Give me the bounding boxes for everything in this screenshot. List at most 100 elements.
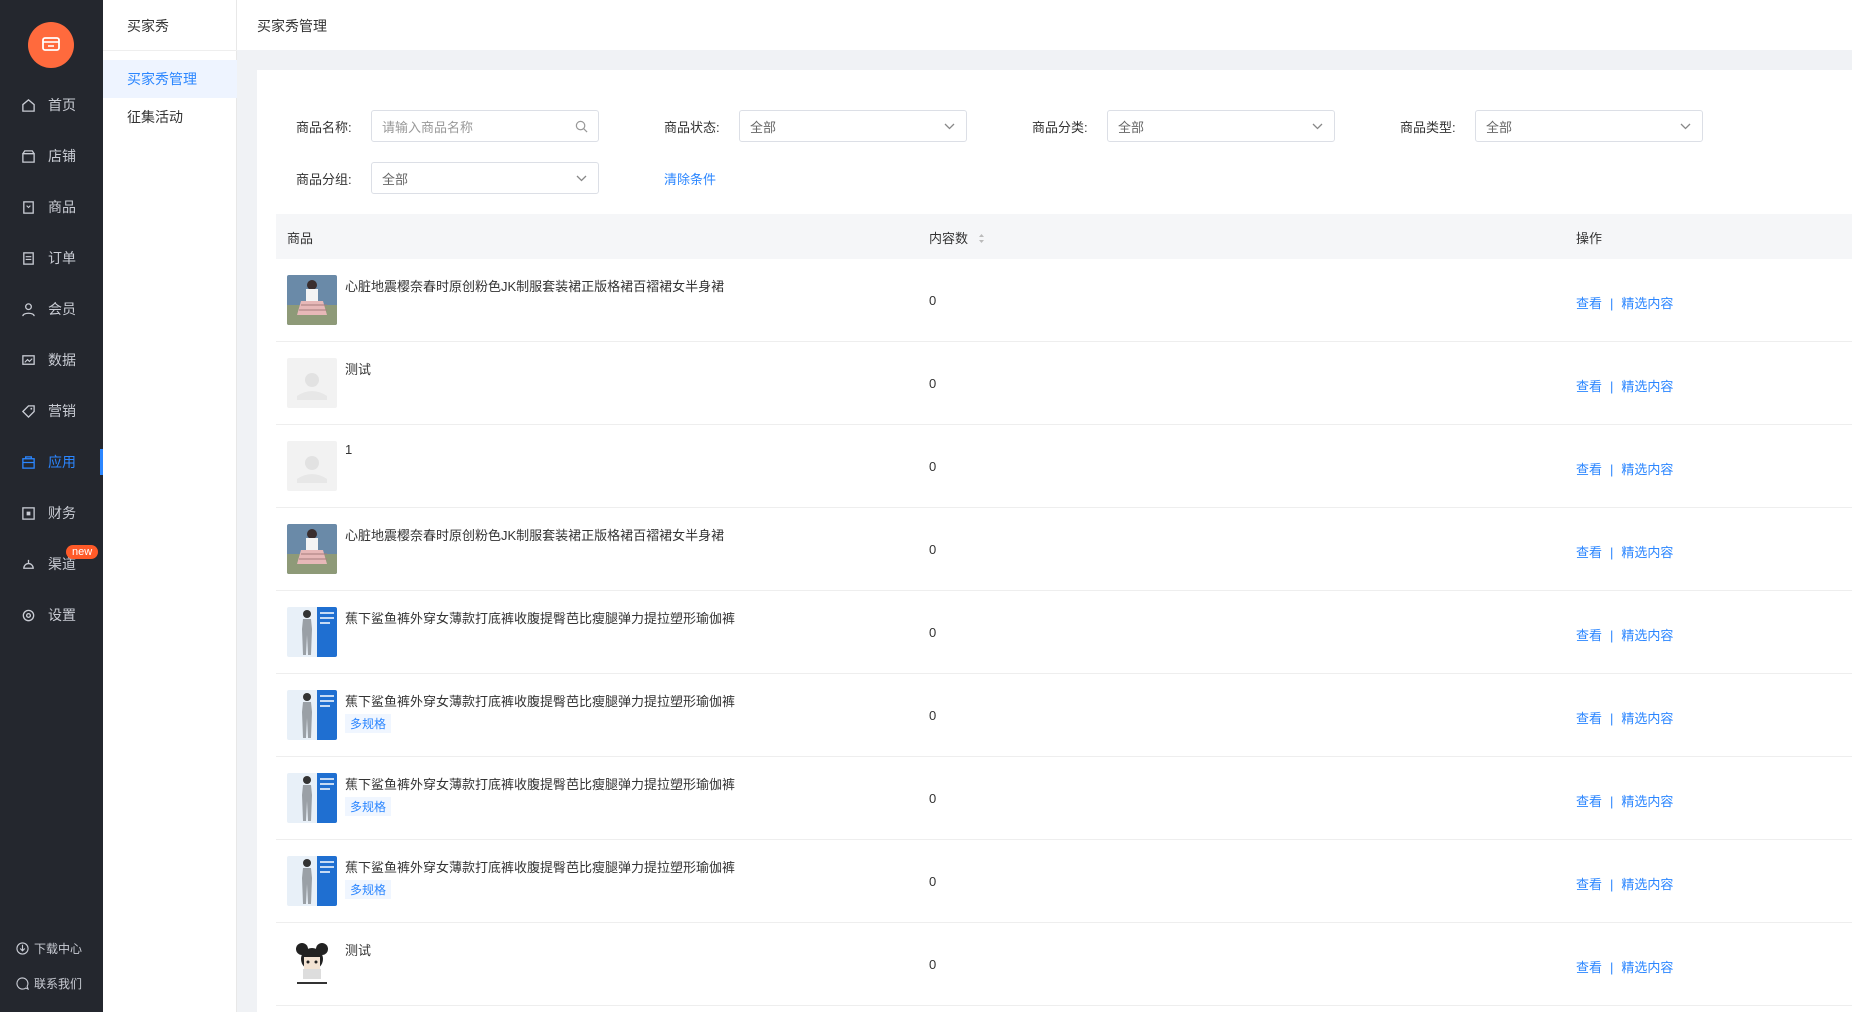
clear-filters-link[interactable]: 清除条件	[664, 169, 716, 188]
featured-content-link[interactable]: 精选内容	[1621, 379, 1673, 394]
row-actions: 查看 | 精选内容	[1576, 459, 1673, 478]
product-type-select[interactable]: 全部	[1475, 110, 1703, 142]
row-actions: 查看 | 精选内容	[1576, 542, 1673, 561]
table-row: 心脏地震樱奈春时原创粉色JK制服套装裙正版格裙百褶裙女半身裙 0 查看 | 精选内容	[276, 259, 1852, 342]
subnav-title: 买家秀	[127, 18, 169, 34]
product-name: 蕉下鲨鱼裤外穿女薄款打底裤收腹提臀芭比瘦腿弹力提拉塑形瑜伽裤	[345, 777, 736, 792]
product-thumbnail	[287, 607, 337, 657]
goods-icon	[20, 199, 36, 215]
featured-content-link[interactable]: 精选内容	[1621, 794, 1673, 809]
table-header: 商品 内容数 操作	[276, 214, 1852, 259]
view-link[interactable]: 查看	[1576, 379, 1602, 394]
logo[interactable]	[28, 22, 74, 68]
app-icon	[20, 454, 36, 470]
chevron-down-icon	[574, 171, 588, 185]
row-actions: 查看 | 精选内容	[1576, 293, 1673, 312]
view-link[interactable]: 查看	[1576, 462, 1602, 477]
nav-item-goods[interactable]: 商品	[0, 182, 103, 232]
user-icon	[20, 301, 36, 317]
view-link[interactable]: 查看	[1576, 877, 1602, 892]
nav-item-app[interactable]: 应用	[0, 437, 103, 487]
product-thumbnail	[287, 441, 337, 491]
select-value: 全部	[382, 171, 409, 187]
featured-content-link[interactable]: 精选内容	[1621, 960, 1673, 975]
subnav-item-collect-activity[interactable]: 征集活动	[103, 98, 237, 136]
nav-item-label: 首页	[48, 97, 76, 113]
content-count: 0	[929, 459, 937, 474]
product-category-select[interactable]: 全部	[1107, 110, 1335, 142]
column-header-label: 内容数	[929, 231, 969, 246]
product-name: 心脏地震樱奈春时原创粉色JK制服套装裙正版格裙百褶裙女半身裙	[345, 528, 725, 543]
filter-label-category: 商品分类:	[1032, 120, 1088, 135]
featured-content-link[interactable]: 精选内容	[1621, 877, 1673, 892]
featured-content-link[interactable]: 精选内容	[1621, 462, 1673, 477]
featured-content-link[interactable]: 精选内容	[1621, 628, 1673, 643]
nav-item-channel[interactable]: 渠道 new	[0, 539, 103, 589]
multi-spec-tag: 多规格	[345, 797, 392, 816]
product-name: 蕉下鲨鱼裤外穿女薄款打底裤收腹提臀芭比瘦腿弹力提拉塑形瑜伽裤	[345, 611, 736, 626]
product-thumbnail	[287, 856, 337, 906]
action-separator: |	[1610, 296, 1614, 311]
download-icon	[16, 941, 30, 956]
product-thumbnail	[287, 358, 337, 408]
column-header-content-count[interactable]: 内容数	[929, 228, 985, 247]
subnav-item-buyer-show-manage[interactable]: 买家秀管理	[103, 60, 237, 98]
action-separator: |	[1610, 877, 1614, 892]
featured-content-link[interactable]: 精选内容	[1621, 711, 1673, 726]
nav-item-settings[interactable]: 设置	[0, 590, 103, 640]
tag-icon	[20, 403, 36, 419]
nav-item-home[interactable]: 首页	[0, 80, 103, 130]
row-actions: 查看 | 精选内容	[1576, 376, 1673, 395]
nav-item-finance[interactable]: 财务	[0, 488, 103, 538]
product-thumbnail	[287, 773, 337, 823]
featured-content-link[interactable]: 精选内容	[1621, 545, 1673, 560]
contact-us-link[interactable]: 联系我们	[16, 975, 82, 992]
select-value: 全部	[1118, 119, 1145, 135]
chevron-down-icon	[942, 119, 956, 133]
multi-spec-tag: 多规格	[345, 714, 392, 733]
nav-item-order[interactable]: 订单	[0, 233, 103, 283]
sort-icon[interactable]	[978, 232, 985, 247]
view-link[interactable]: 查看	[1576, 960, 1602, 975]
view-link[interactable]: 查看	[1576, 711, 1602, 726]
product-thumbnail	[287, 939, 337, 989]
nav-item-label: 商品	[48, 199, 76, 215]
product-name: 测试	[345, 943, 372, 958]
chevron-down-icon	[1678, 119, 1692, 133]
product-thumbnail	[287, 524, 337, 574]
view-link[interactable]: 查看	[1576, 628, 1602, 643]
select-value: 全部	[750, 119, 777, 135]
product-name-search-input[interactable]: 请输入商品名称	[371, 110, 599, 142]
store-icon	[20, 148, 36, 164]
column-header-product: 商品	[287, 231, 314, 246]
view-link[interactable]: 查看	[1576, 545, 1602, 560]
view-link[interactable]: 查看	[1576, 296, 1602, 311]
filter-label-name: 商品名称:	[296, 120, 352, 135]
chevron-down-icon	[1310, 119, 1324, 133]
product-group-select[interactable]: 全部	[371, 162, 599, 194]
channel-icon	[20, 556, 36, 572]
nav-item-label: 营销	[48, 403, 76, 419]
featured-content-link[interactable]: 精选内容	[1621, 296, 1673, 311]
main-nav: 首页 店铺 商品 订单 会员 数据 营销 应用 财务 渠道 new 设置 下载中…	[0, 0, 103, 1012]
action-separator: |	[1610, 794, 1614, 809]
view-link[interactable]: 查看	[1576, 794, 1602, 809]
row-actions: 查看 | 精选内容	[1576, 957, 1673, 976]
table-row: 蕉下鲨鱼裤外穿女薄款打底裤收腹提臀芭比瘦腿弹力提拉塑形瑜伽裤 多规格 0 查看 |…	[276, 674, 1852, 757]
nav-item-data[interactable]: 数据	[0, 335, 103, 385]
search-placeholder: 请输入商品名称	[382, 119, 474, 135]
nav-item-member[interactable]: 会员	[0, 284, 103, 334]
product-name: 心脏地震樱奈春时原创粉色JK制服套装裙正版格裙百褶裙女半身裙	[345, 279, 725, 294]
nav-item-marketing[interactable]: 营销	[0, 386, 103, 436]
product-status-select[interactable]: 全部	[739, 110, 967, 142]
product-name: 测试	[345, 362, 372, 377]
row-actions: 查看 | 精选内容	[1576, 625, 1673, 644]
product-name: 蕉下鲨鱼裤外穿女薄款打底裤收腹提臀芭比瘦腿弹力提拉塑形瑜伽裤	[345, 694, 736, 709]
download-center-link[interactable]: 下载中心	[16, 940, 82, 957]
table-row: 心脏地震樱奈春时原创粉色JK制服套装裙正版格裙百褶裙女半身裙 0 查看 | 精选内容	[276, 508, 1852, 591]
nav-item-store[interactable]: 店铺	[0, 131, 103, 181]
chat-icon	[16, 976, 30, 991]
row-actions: 查看 | 精选内容	[1576, 708, 1673, 727]
gear-icon	[20, 607, 36, 623]
table-row: 测试 0 查看 | 精选内容	[276, 342, 1852, 425]
